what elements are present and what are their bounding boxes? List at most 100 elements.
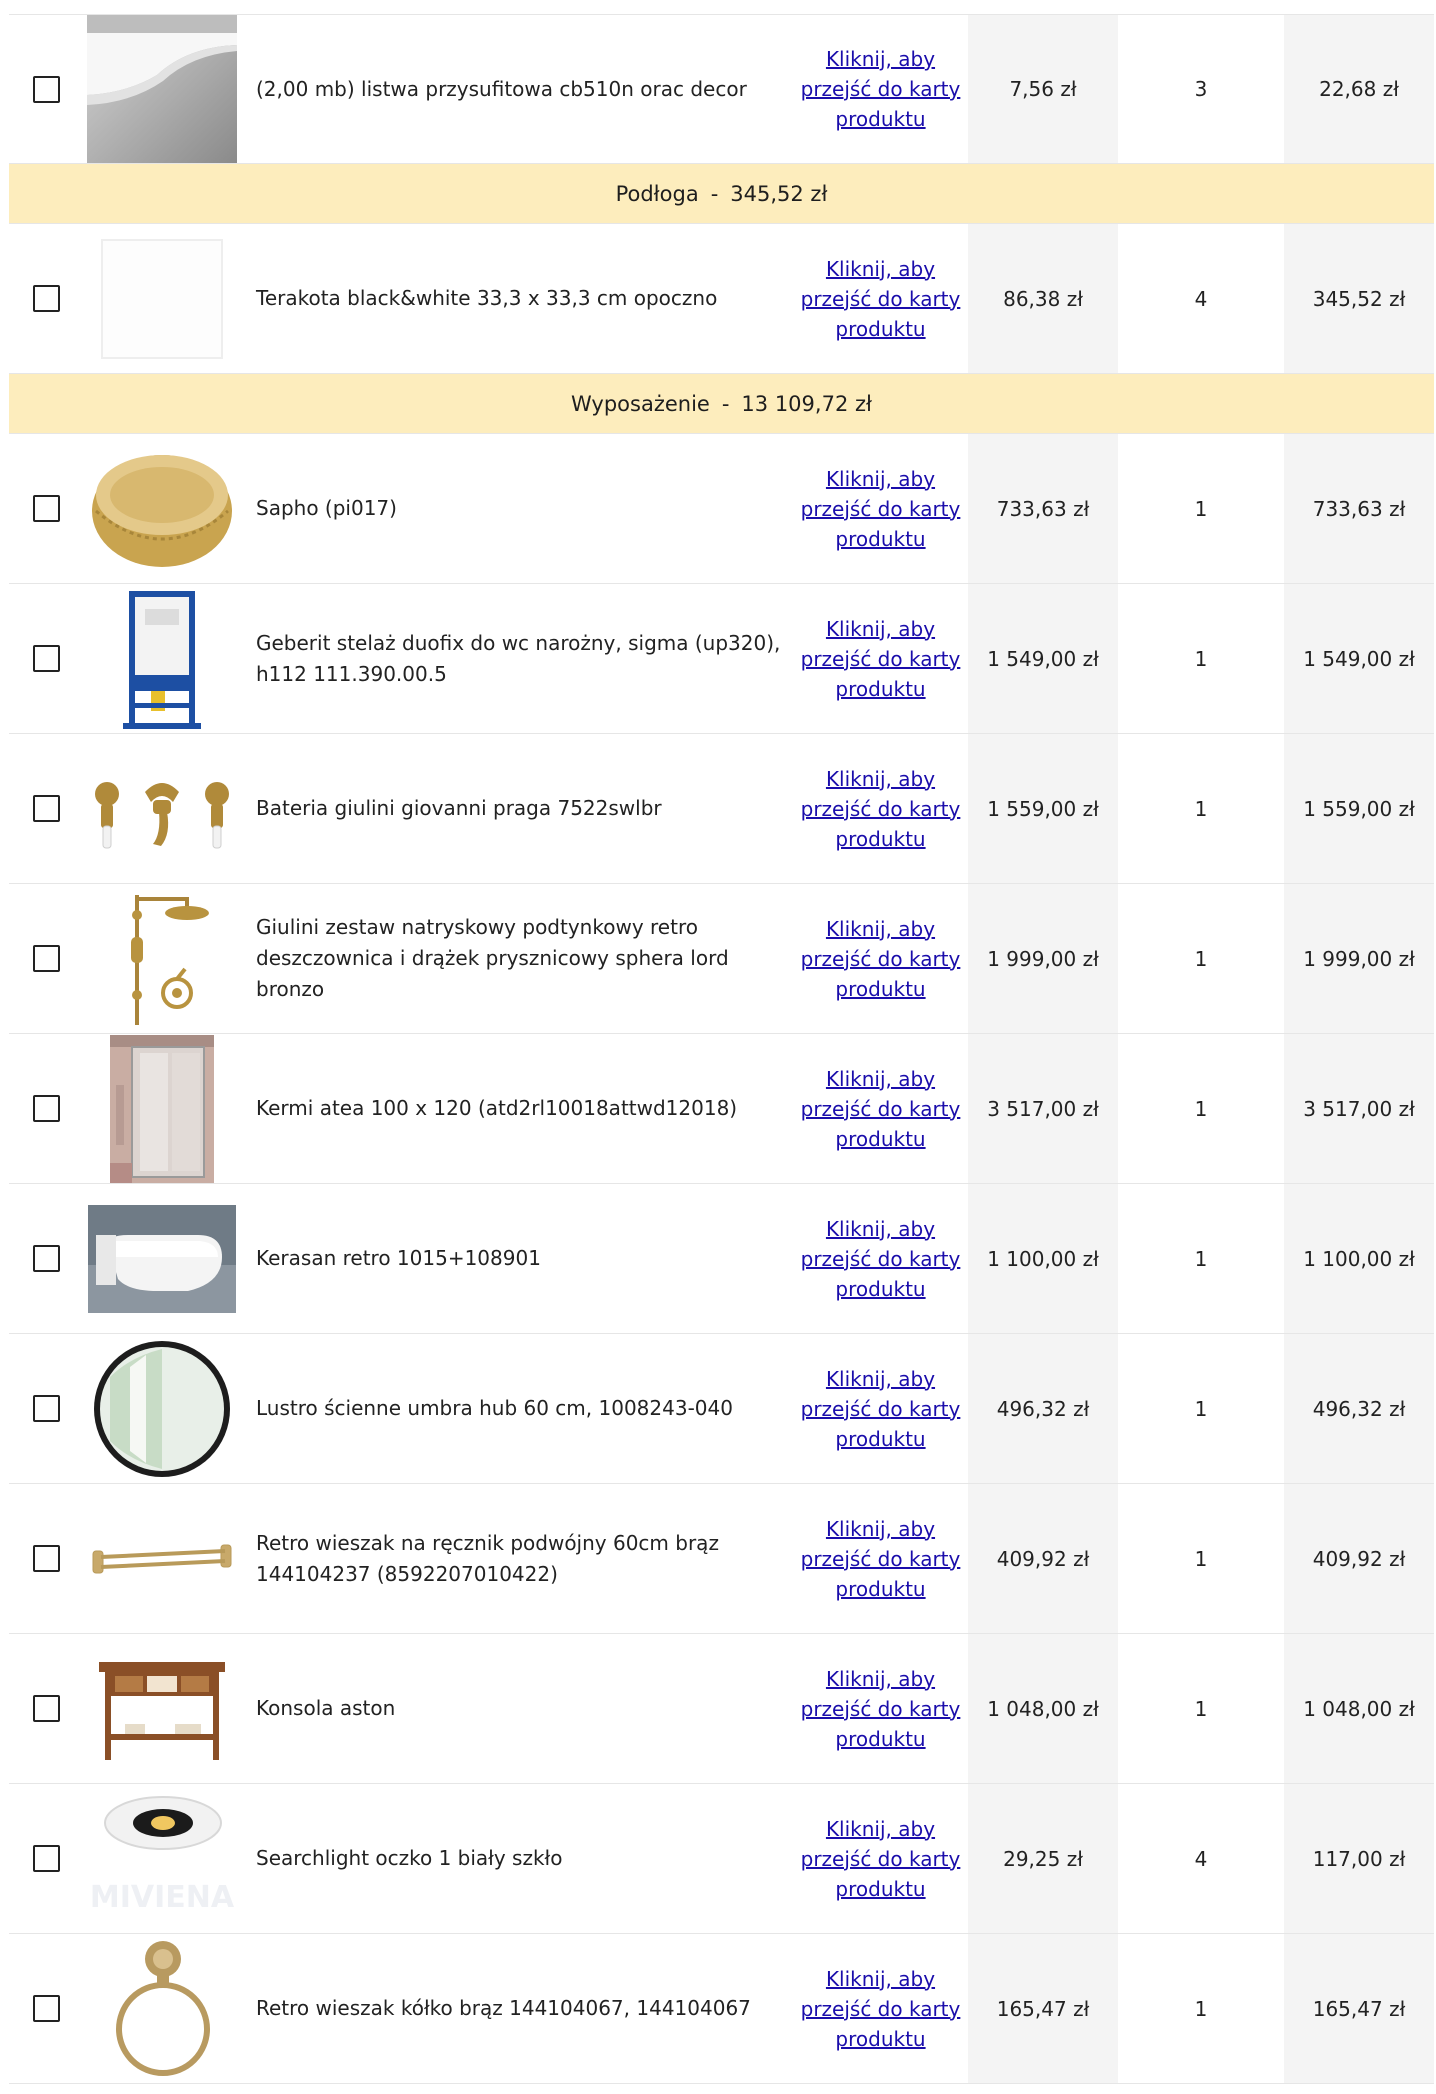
select-checkbox[interactable] (33, 285, 60, 312)
product-card-link[interactable]: Kliknij, aby przejść do karty produktu (801, 257, 961, 341)
product-card-link[interactable]: Kliknij, aby przejść do karty produktu (801, 467, 961, 551)
product-card-link[interactable]: Kliknij, aby przejść do karty produktu (801, 767, 961, 851)
product-card-link[interactable]: Kliknij, aby przejść do karty produktu (801, 917, 961, 1001)
product-link-cell: Kliknij, aby przejść do karty produktu (793, 1214, 968, 1304)
checkbox-cell (9, 1634, 84, 1783)
product-name: Giulini zestaw natryskowy podtynkowy ret… (256, 915, 729, 1001)
product-image-cell (84, 584, 240, 733)
product-card-link[interactable]: Kliknij, aby przejść do karty produktu (801, 617, 961, 701)
select-checkbox[interactable] (33, 1845, 60, 1872)
product-card-link[interactable]: Kliknij, aby przejść do karty produktu (801, 1067, 961, 1151)
cornice-molding-image (87, 15, 237, 163)
product-name: Kermi atea 100 x 120 (atd2rl10018attwd12… (256, 1096, 738, 1120)
shower-enclosure-image (110, 1034, 214, 1183)
product-link-cell: Kliknij, aby przejść do karty produktu (793, 1364, 968, 1454)
product-image-cell (84, 434, 240, 583)
product-name: Searchlight oczko 1 biały szkło (256, 1846, 563, 1870)
unit-price: 86,38 zł (968, 224, 1118, 373)
select-checkbox[interactable] (33, 1395, 60, 1422)
product-image-cell (84, 1034, 240, 1183)
line-total: 1 549,00 zł (1284, 584, 1434, 733)
product-link-cell: Kliknij, aby przejść do karty produktu (793, 254, 968, 344)
category-separator: - (710, 181, 719, 206)
checkbox-cell (9, 884, 84, 1033)
line-total: 117,00 zł (1284, 1784, 1434, 1933)
product-name: Sapho (pi017) (256, 496, 397, 520)
product-row: Retro wieszak kółko brąz 144104067, 1441… (9, 1934, 1434, 2084)
unit-price: 165,47 zł (968, 1934, 1118, 2083)
product-name: Geberit stelaż duofix do wc narożny, sig… (256, 630, 781, 686)
product-image-cell (84, 224, 240, 373)
category-total: 13 109,72 zł (741, 391, 872, 416)
downlight-image: MIVIENA (87, 1785, 237, 1933)
category-separator: - (721, 391, 730, 416)
unit-price: 29,25 zł (968, 1784, 1118, 1933)
line-total: 3 517,00 zł (1284, 1034, 1434, 1183)
product-image-cell (84, 1634, 240, 1783)
quantity: 1 (1194, 1996, 1208, 2021)
product-row: (2,00 mb) listwa przysufitowa cb510n ora… (9, 14, 1434, 164)
select-checkbox[interactable] (33, 1545, 60, 1572)
unit-price: 496,32 zł (968, 1334, 1118, 1483)
select-checkbox[interactable] (33, 495, 60, 522)
line-total: 496,32 zł (1284, 1334, 1434, 1483)
product-card-link[interactable]: Kliknij, aby przejść do karty produktu (801, 1517, 961, 1601)
unit-price: 1 559,00 zł (968, 734, 1118, 883)
select-checkbox[interactable] (33, 645, 60, 672)
select-checkbox[interactable] (33, 945, 60, 972)
unit-price: 1 549,00 zł (968, 584, 1118, 733)
checkbox-cell (9, 1334, 84, 1483)
select-checkbox[interactable] (33, 1695, 60, 1722)
quantity: 4 (1194, 286, 1208, 311)
product-card-link[interactable]: Kliknij, aby przejść do karty produktu (801, 1217, 961, 1301)
line-total: 165,47 zł (1284, 1934, 1434, 2083)
product-card-link[interactable]: Kliknij, aby przejść do karty produktu (801, 1817, 961, 1901)
product-name: Retro wieszak kółko brąz 144104067, 1441… (256, 1996, 751, 2020)
product-card-link[interactable]: Kliknij, aby przejść do karty produktu (801, 47, 961, 131)
product-table: (2,00 mb) listwa przysufitowa cb510n ora… (9, 14, 1434, 2084)
checkbox-cell (9, 584, 84, 733)
product-card-link[interactable]: Kliknij, aby przejść do karty produktu (801, 1967, 961, 2051)
category-total: 345,52 zł (730, 181, 828, 206)
quantity: 3 (1194, 77, 1208, 101)
select-checkbox[interactable] (33, 1095, 60, 1122)
quantity: 1 (1194, 946, 1208, 971)
product-image-cell: MIVIENA (84, 1784, 240, 1933)
towel-ring-image (107, 1935, 217, 2083)
product-row: Giulini zestaw natryskowy podtynkowy ret… (9, 884, 1434, 1034)
product-image-cell (84, 1334, 240, 1483)
white-tile-image (101, 238, 223, 359)
product-row: Sapho (pi017) Kliknij, aby przejść do ka… (9, 434, 1434, 584)
product-row: Kerasan retro 1015+108901 Kliknij, aby p… (9, 1184, 1434, 1334)
line-total: 733,63 zł (1284, 434, 1434, 583)
line-total: 1 559,00 zł (1284, 734, 1434, 883)
product-image-cell (84, 734, 240, 883)
product-row: Retro wieszak na ręcznik podwójny 60cm b… (9, 1484, 1434, 1634)
unit-price: 7,56 zł (968, 15, 1118, 163)
quantity: 1 (1194, 1096, 1208, 1121)
checkbox-cell (9, 224, 84, 373)
line-total: 1 100,00 zł (1284, 1184, 1434, 1333)
round-mirror-image (90, 1337, 234, 1481)
quantity: 4 (1194, 1846, 1208, 1871)
product-card-link[interactable]: Kliknij, aby przejść do karty produktu (801, 1667, 961, 1751)
line-total: 1 048,00 zł (1284, 1634, 1434, 1783)
product-name: Retro wieszak na ręcznik podwójny 60cm b… (256, 1530, 719, 1586)
wc-frame-image (117, 585, 207, 733)
product-card-link[interactable]: Kliknij, aby przejść do karty produktu (801, 1367, 961, 1451)
product-link-cell: Kliknij, aby przejść do karty produktu (793, 1964, 968, 2054)
category-name: Podłoga (615, 181, 699, 206)
quantity: 1 (1194, 1396, 1208, 1421)
select-checkbox[interactable] (33, 1245, 60, 1272)
select-checkbox[interactable] (33, 1995, 60, 2022)
product-name: Kerasan retro 1015+108901 (256, 1246, 541, 1270)
checkbox-cell (9, 15, 84, 163)
product-link-cell: Kliknij, aby przejść do karty produktu (793, 1064, 968, 1154)
product-row: Bateria giulini giovanni praga 7522swlbr… (9, 734, 1434, 884)
checkbox-cell (9, 734, 84, 883)
select-checkbox[interactable] (33, 795, 60, 822)
checkbox-cell (9, 1034, 84, 1183)
select-checkbox[interactable] (33, 75, 60, 103)
product-name: Konsola aston (256, 1696, 396, 1720)
product-image-cell (84, 884, 240, 1033)
